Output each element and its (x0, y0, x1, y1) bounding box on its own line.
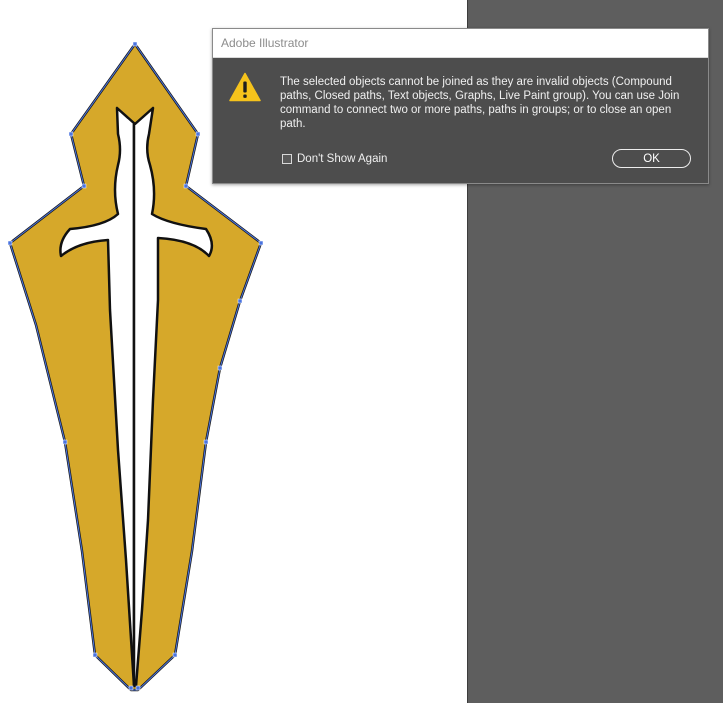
anchor-point[interactable] (81, 183, 87, 189)
anchor-point[interactable] (62, 439, 68, 445)
ok-button[interactable]: OK (612, 149, 691, 168)
anchor-point[interactable] (217, 365, 223, 371)
dont-show-again-option[interactable]: Don't Show Again (282, 152, 387, 166)
anchor-point[interactable] (183, 183, 189, 189)
anchor-point[interactable] (135, 685, 141, 691)
anchor-point[interactable] (128, 685, 134, 691)
dont-show-again-label[interactable]: Don't Show Again (297, 153, 387, 165)
anchor-point[interactable] (92, 652, 98, 658)
anchor-point[interactable] (195, 131, 201, 137)
anchor-point[interactable] (258, 240, 264, 246)
dialog-message: The selected objects cannot be joined as… (280, 76, 680, 130)
anchor-point[interactable] (68, 131, 74, 137)
dialog-title: Adobe Illustrator (221, 36, 309, 50)
dialog-titlebar[interactable]: Adobe Illustrator (213, 29, 708, 58)
anchor-point[interactable] (132, 41, 138, 47)
join-error-dialog: Adobe Illustrator The selected objects c… (212, 28, 709, 184)
anchor-point[interactable] (7, 240, 13, 246)
anchor-point[interactable] (237, 298, 243, 304)
anchor-point[interactable] (172, 652, 178, 658)
dont-show-again-checkbox[interactable] (282, 154, 292, 164)
warning-triangle-icon (229, 72, 261, 102)
anchor-point[interactable] (203, 439, 209, 445)
illustrator-workspace: Adobe Illustrator The selected objects c… (0, 0, 723, 703)
dialog-body: The selected objects cannot be joined as… (213, 58, 708, 184)
